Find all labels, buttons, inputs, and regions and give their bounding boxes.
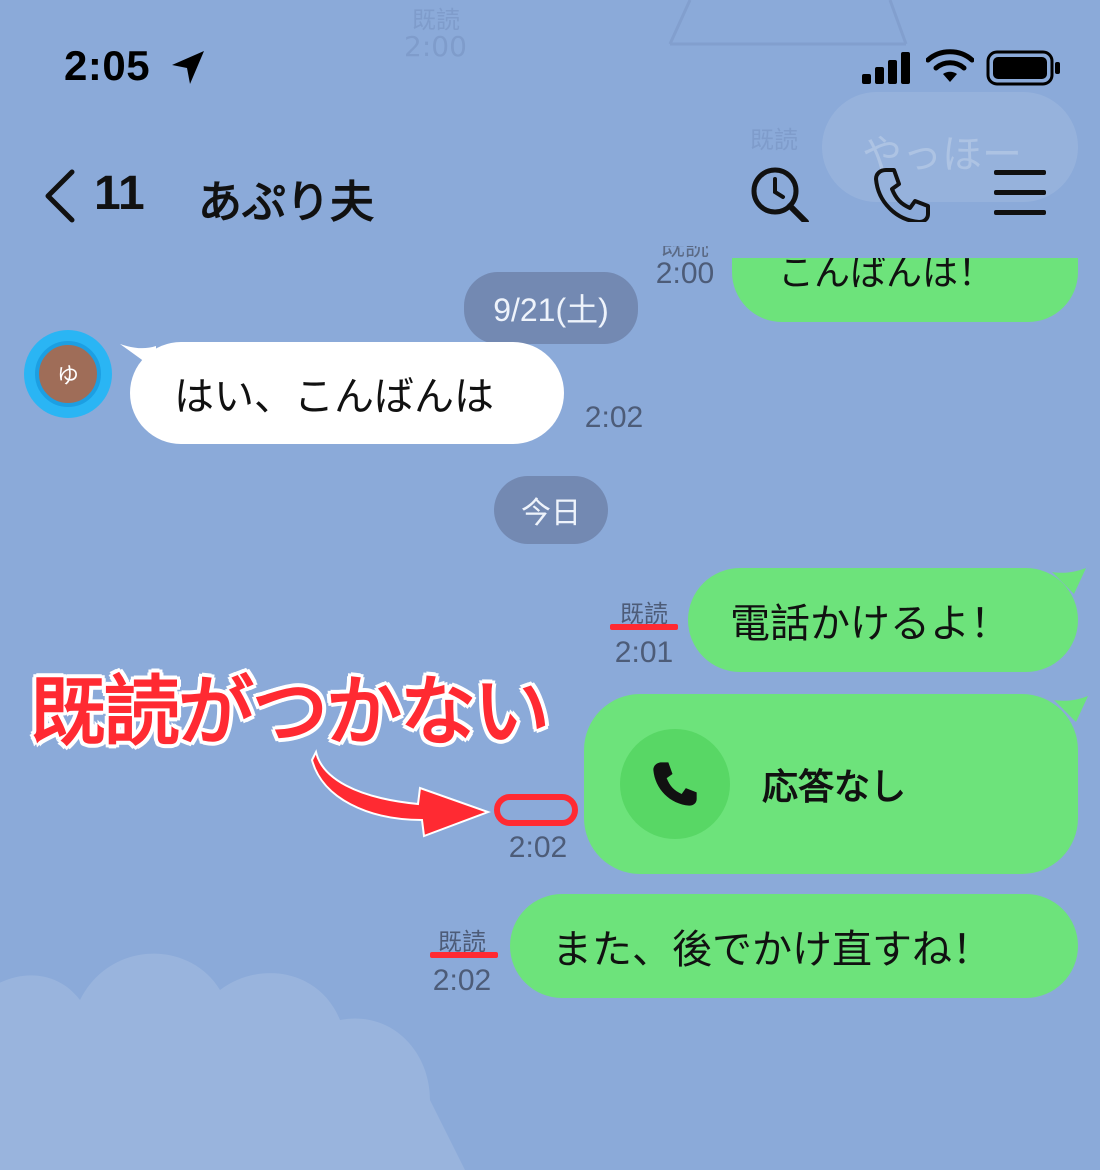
cellular-signal-icon: [862, 52, 910, 84]
message-bubble-incoming[interactable]: はい、こんばんは: [130, 342, 564, 444]
message-meta-incoming: 2:02: [584, 401, 644, 434]
annotation-arrow-icon: [310, 749, 491, 838]
header-mask: [732, 222, 1078, 258]
message-bubble-outgoing[interactable]: また、後でかけ直すね！: [510, 894, 1078, 998]
message-bubble-outgoing[interactable]: 電話かけるよ！: [688, 568, 1078, 672]
chat-title: あぷり夫: [198, 177, 374, 228]
message-text: 電話かけるよ！: [730, 601, 1010, 647]
chat-screen: 既読 2:00 やっほー 既読 2:05 11 あぷり夫 こんばんは！ 2:00…: [0, 0, 1100, 1170]
location-arrow-icon: [172, 51, 204, 84]
message-meta-1: 既読 2:01: [606, 594, 682, 669]
message-meta-3: 既読 2:02: [424, 922, 500, 997]
search-icon[interactable]: [748, 164, 810, 226]
battery-icon: [986, 50, 1060, 86]
call-status-text: 応答なし: [762, 767, 907, 808]
wifi-icon: [926, 49, 974, 82]
call-icon-circle: [620, 729, 730, 839]
annotation-label: 既読がつかない: [30, 667, 550, 756]
ghost-read-2: 既読: [750, 126, 798, 154]
read-highlight-underline: [430, 952, 498, 958]
status-time: 2:05: [64, 42, 151, 89]
date-chip: 9/21(土): [464, 272, 638, 344]
read-highlight-underline: [610, 624, 678, 630]
bubble-tail-outgoing: [1054, 696, 1088, 722]
bubble-tail-outgoing: [1052, 568, 1086, 594]
ghost-time: 2:00: [404, 30, 467, 63]
avatar[interactable]: ゆ: [35, 341, 101, 407]
cloud-background: [0, 953, 465, 1170]
missing-read-highlight: [494, 794, 578, 826]
call-bubble[interactable]: 応答なし: [584, 694, 1078, 874]
message-text: また、後でかけ直すね！: [552, 927, 992, 973]
message-meta-call: 2:02: [508, 831, 568, 864]
ghost-shape: [668, 0, 908, 46]
unread-count[interactable]: 11: [94, 166, 145, 221]
today-chip: 今日: [494, 476, 608, 544]
message-text: はい、こんばんは: [174, 374, 494, 420]
menu-icon[interactable]: [994, 168, 1046, 218]
phone-icon: [653, 762, 697, 806]
phone-call-icon[interactable]: [872, 166, 932, 226]
message-meta-previous: 既読 2:00: [655, 246, 715, 290]
back-chevron-icon[interactable]: [40, 168, 80, 224]
